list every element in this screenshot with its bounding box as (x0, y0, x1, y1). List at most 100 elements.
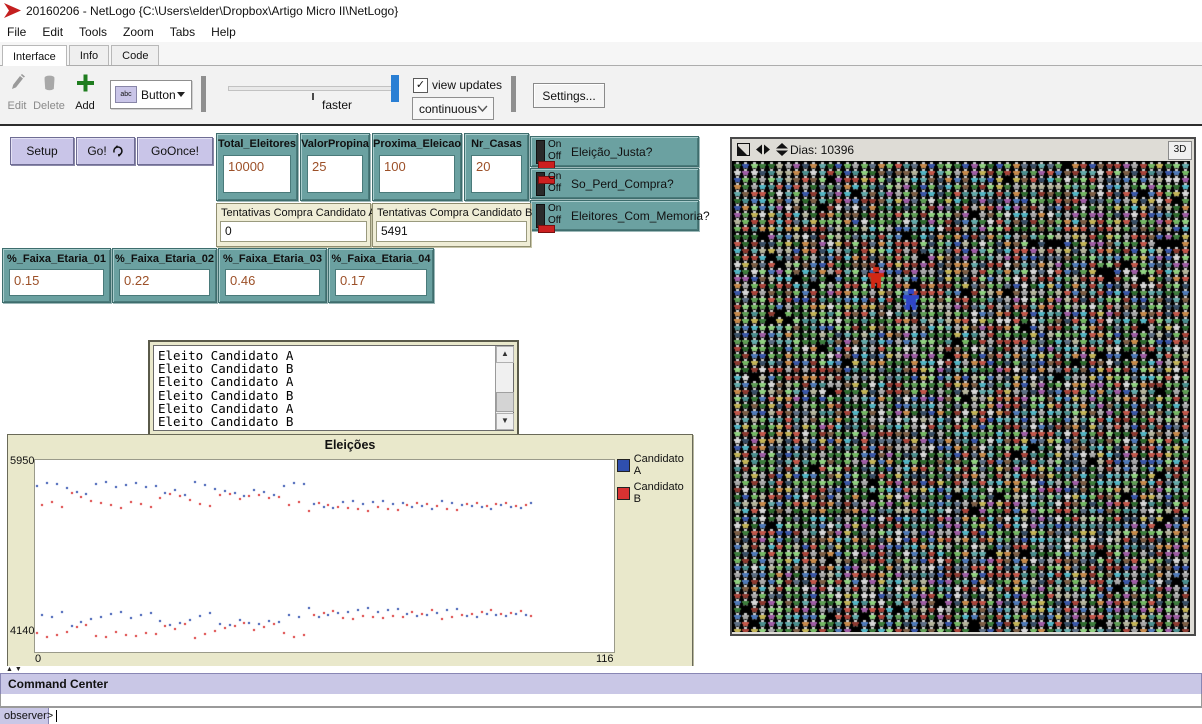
monitor-tentativas-candidato-a: Tentativas Compra Candidato A 0 (216, 203, 371, 247)
monitor-label: %_Faixa_Etaria_02 (113, 249, 216, 265)
monitor-faixa-etaria-01: %_Faixa_Etaria_01 0.15 (2, 248, 111, 303)
command-center-output (0, 694, 1202, 707)
monitor-label: Proxima_Eleicao (373, 134, 461, 150)
menu-tabs[interactable]: Tabs (162, 23, 203, 41)
monitor-nr-casas: Nr_Casas 20 (464, 133, 529, 201)
tab-interface[interactable]: Interface (2, 45, 67, 66)
legend-label: Candidato A (634, 453, 692, 477)
delete-label: Delete (32, 100, 66, 112)
switch-eleitores-com-memoria[interactable]: OnOff Eleitores_Com_Memoria? (530, 200, 699, 231)
switch-so-perd-compra[interactable]: OnOff So_Perd_Compra? (530, 168, 699, 199)
menu-tools[interactable]: Tools (71, 23, 115, 41)
switch-track (536, 172, 545, 196)
switch-track (536, 140, 545, 164)
settings-button[interactable]: Settings... (533, 83, 605, 108)
menu-bar: File Edit Tools Zoom Tabs Help (0, 21, 1202, 42)
legend-item-candidato-a: Candidato A (617, 453, 692, 477)
command-center: ▲▼ Command Center observer> (0, 666, 1202, 724)
chevron-down-icon (477, 105, 488, 112)
speed-slider-thumb[interactable] (391, 75, 399, 102)
pencil-icon (0, 74, 34, 98)
update-mode-value: continuous (413, 102, 477, 116)
monitor-label: Nr_Casas (465, 134, 528, 150)
plot-area (34, 459, 615, 653)
menu-help[interactable]: Help (203, 23, 244, 41)
widget-type-chooser[interactable]: abc Button (110, 80, 192, 109)
monitor-faixa-etaria-02: %_Faixa_Etaria_02 0.22 (112, 248, 217, 303)
output-scrollbar[interactable]: ▲ ▼ (495, 346, 513, 430)
view-updates-label: view updates (432, 78, 502, 92)
command-input[interactable] (50, 708, 1202, 724)
button-widget-icon: abc (115, 86, 137, 103)
add-label: Add (68, 100, 102, 112)
scroll-up-icon[interactable]: ▲ (496, 346, 514, 363)
go-button[interactable]: Go! (76, 137, 135, 165)
resize-corner-icon[interactable] (737, 143, 750, 156)
menu-file[interactable]: File (0, 23, 34, 41)
plot-title: Eleições (8, 438, 692, 452)
legend-label: Candidato B (634, 481, 692, 505)
scrollbar-thumb[interactable] (496, 392, 514, 412)
world-view-canvas[interactable] (732, 161, 1190, 632)
elections-plot-canvas (35, 460, 612, 650)
menu-edit[interactable]: Edit (34, 23, 71, 41)
output-widget: Eleito Candidato AEleito Candidato BElei… (148, 340, 519, 436)
output-line: Eleito Candidato B (158, 389, 493, 402)
monitor-label: ValorPropina (301, 134, 369, 150)
monitor-value: 25 (307, 155, 363, 193)
monitor-faixa-etaria-04: %_Faixa_Etaria_04 0.17 (328, 248, 434, 303)
command-center-title: Command Center (1, 677, 108, 691)
output-line: Eleito Candidato B (158, 415, 493, 428)
y-axis-min-label: 4140 (10, 625, 34, 637)
switch-eleicao-justa[interactable]: OnOff Eleição_Justa? (530, 136, 699, 167)
output-text: Eleito Candidato AEleito Candidato BElei… (158, 349, 493, 428)
tab-strip: Interface Info Code (0, 42, 1202, 66)
monitor-value: 100 (379, 155, 455, 193)
view-3d-button[interactable]: 3D (1168, 141, 1192, 160)
view-updates-checkbox[interactable]: ✓ (413, 78, 428, 93)
monitor-value: 10000 (223, 155, 291, 193)
switch-label: Eleição_Justa? (571, 137, 652, 166)
switch-on-off-labels: OnOff (548, 203, 561, 227)
menu-zoom[interactable]: Zoom (115, 23, 162, 41)
speed-slider-track[interactable] (228, 86, 394, 91)
toolbar-separator (201, 76, 206, 112)
switch-label: So_Perd_Compra? (571, 169, 674, 198)
switch-on-off-labels: OnOff (548, 171, 561, 195)
tab-info[interactable]: Info (69, 45, 109, 65)
monitor-value: 5491 (376, 221, 527, 242)
edit-widget-button[interactable]: Edit (0, 74, 34, 112)
plot-legend: Candidato A Candidato B (617, 453, 692, 509)
monitor-label: %_Faixa_Etaria_04 (329, 249, 433, 265)
netlogo-logo-icon (4, 3, 21, 18)
observer-prompt-button[interactable]: observer> (0, 708, 49, 724)
interface-canvas: Setup Go! GoOnce! Total_Eleitores 10000 … (0, 126, 1202, 666)
monitor-valor-propina: ValorPropina 25 (300, 133, 370, 201)
monitor-value: 0.15 (9, 269, 104, 296)
command-center-header[interactable]: Command Center (0, 673, 1202, 695)
update-mode-dropdown[interactable]: continuous (412, 97, 494, 120)
setup-button[interactable]: Setup (10, 137, 74, 165)
command-prompt-row: observer> (0, 707, 1202, 724)
window-title: 20160206 - NetLogo {C:\Users\elder\Dropb… (26, 4, 398, 18)
horizontal-arrows-icon[interactable] (756, 143, 770, 156)
forever-refresh-icon (112, 145, 124, 157)
widget-chooser-value: Button (141, 88, 177, 102)
splitter-handle[interactable]: ▲▼ (6, 666, 24, 673)
monitor-value: 0.22 (119, 269, 210, 296)
go-once-button[interactable]: GoOnce! (137, 137, 213, 165)
tab-code[interactable]: Code (111, 45, 159, 65)
setup-button-label: Setup (26, 144, 57, 158)
monitor-value: 0.17 (335, 269, 427, 296)
output-line: Eleito Candidato A (158, 375, 493, 388)
add-widget-button[interactable]: Add (68, 74, 102, 112)
x-axis-min-label: 0 (35, 653, 41, 665)
delete-widget-button[interactable]: Delete (32, 74, 66, 112)
vertical-arrows-icon[interactable] (776, 143, 788, 156)
scroll-down-icon[interactable]: ▼ (496, 413, 514, 430)
legend-item-candidato-b: Candidato B (617, 481, 692, 505)
monitor-label: Tentativas Compra Candidato A (217, 204, 370, 219)
speed-slider-center-tick (312, 93, 314, 100)
world-view-header: Dias: 10396 3D (732, 139, 1194, 161)
go-once-button-label: GoOnce! (151, 144, 199, 158)
